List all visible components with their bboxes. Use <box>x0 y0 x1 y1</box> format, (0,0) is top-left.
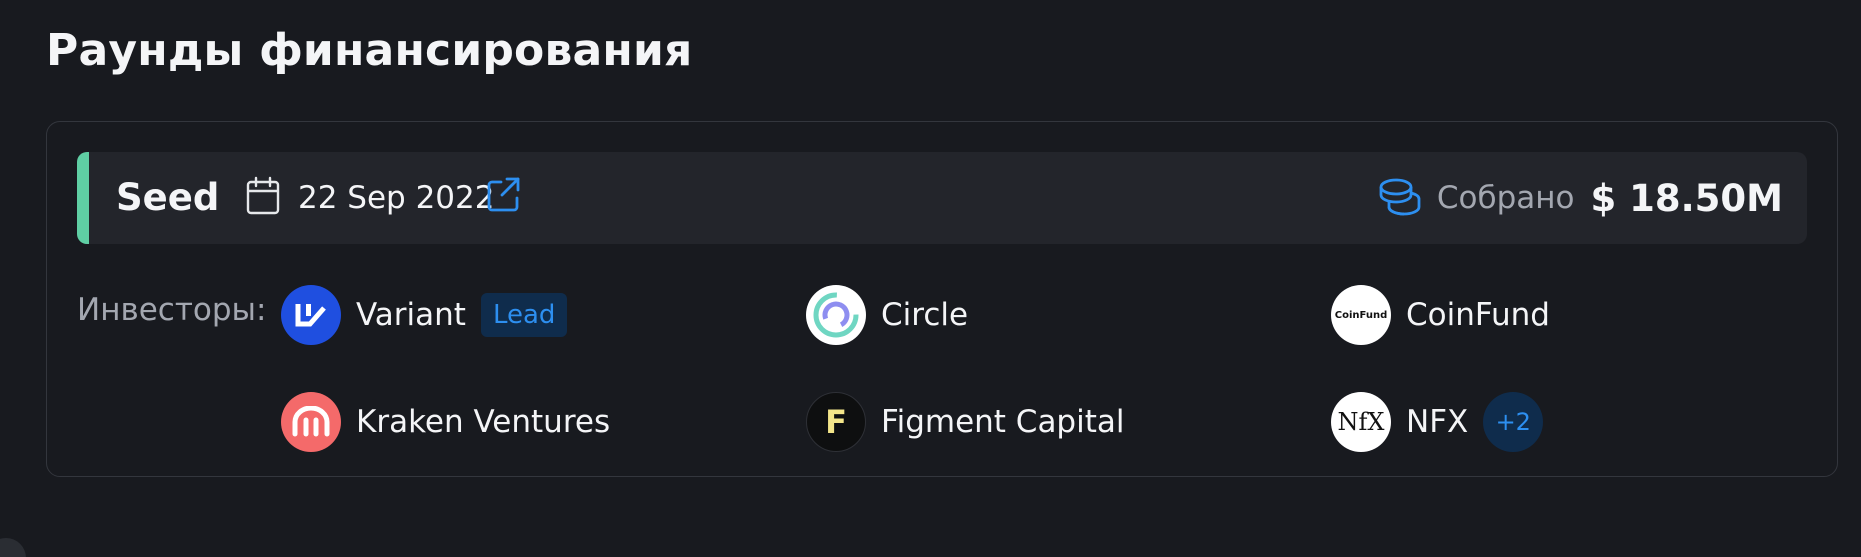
figment-logo: F <box>806 392 866 452</box>
coinfund-logo: CoinFund <box>1331 285 1391 345</box>
investor-name: NFX <box>1406 404 1469 440</box>
investor-nfx[interactable]: NfX NFX +2 <box>1331 392 1544 452</box>
investor-name: CoinFund <box>1406 297 1550 333</box>
funding-rounds-page: Раунды финансирования Seed 22 Sep 2022 С… <box>0 0 1861 557</box>
investor-variant[interactable]: Variant Lead <box>281 285 568 345</box>
investor-figment-capital[interactable]: F Figment Capital <box>806 392 1125 452</box>
investor-name: Circle <box>881 297 969 333</box>
round-header: Seed 22 Sep 2022 Собрано $ 18.50M <box>77 152 1807 244</box>
section-title: Раунды финансирования <box>46 25 693 76</box>
raised-amount: $ 18.50M <box>1590 176 1783 220</box>
scroll-corner-indicator <box>0 538 26 557</box>
investor-coinfund[interactable]: CoinFund CoinFund <box>1331 285 1550 345</box>
investors-label: Инвесторы: <box>77 292 267 328</box>
investor-circle[interactable]: Circle <box>806 285 968 345</box>
round-date: 22 Sep 2022 <box>298 180 495 216</box>
raised-label: Собрано <box>1436 180 1575 216</box>
calendar-icon <box>246 176 280 215</box>
lead-badge: Lead <box>480 293 568 337</box>
funding-round-card: Seed 22 Sep 2022 Собрано $ 18.50M Инвест… <box>46 121 1838 477</box>
variant-logo <box>281 285 341 345</box>
kraken-logo <box>281 392 341 452</box>
investor-name: Figment Capital <box>881 404 1125 440</box>
investor-name: Variant <box>356 297 466 333</box>
investor-name: Kraken Ventures <box>356 404 611 440</box>
circle-logo <box>806 285 866 345</box>
investor-kraken-ventures[interactable]: Kraken Ventures <box>281 392 610 452</box>
more-investors-badge[interactable]: +2 <box>1483 392 1544 452</box>
round-accent-bar <box>77 152 89 244</box>
raised-group: Собрано $ 18.50M <box>1377 174 1783 222</box>
external-link-icon[interactable] <box>487 176 521 212</box>
round-stage: Seed <box>116 176 220 219</box>
coins-icon <box>1379 178 1421 216</box>
nfx-logo: NfX <box>1331 392 1391 452</box>
